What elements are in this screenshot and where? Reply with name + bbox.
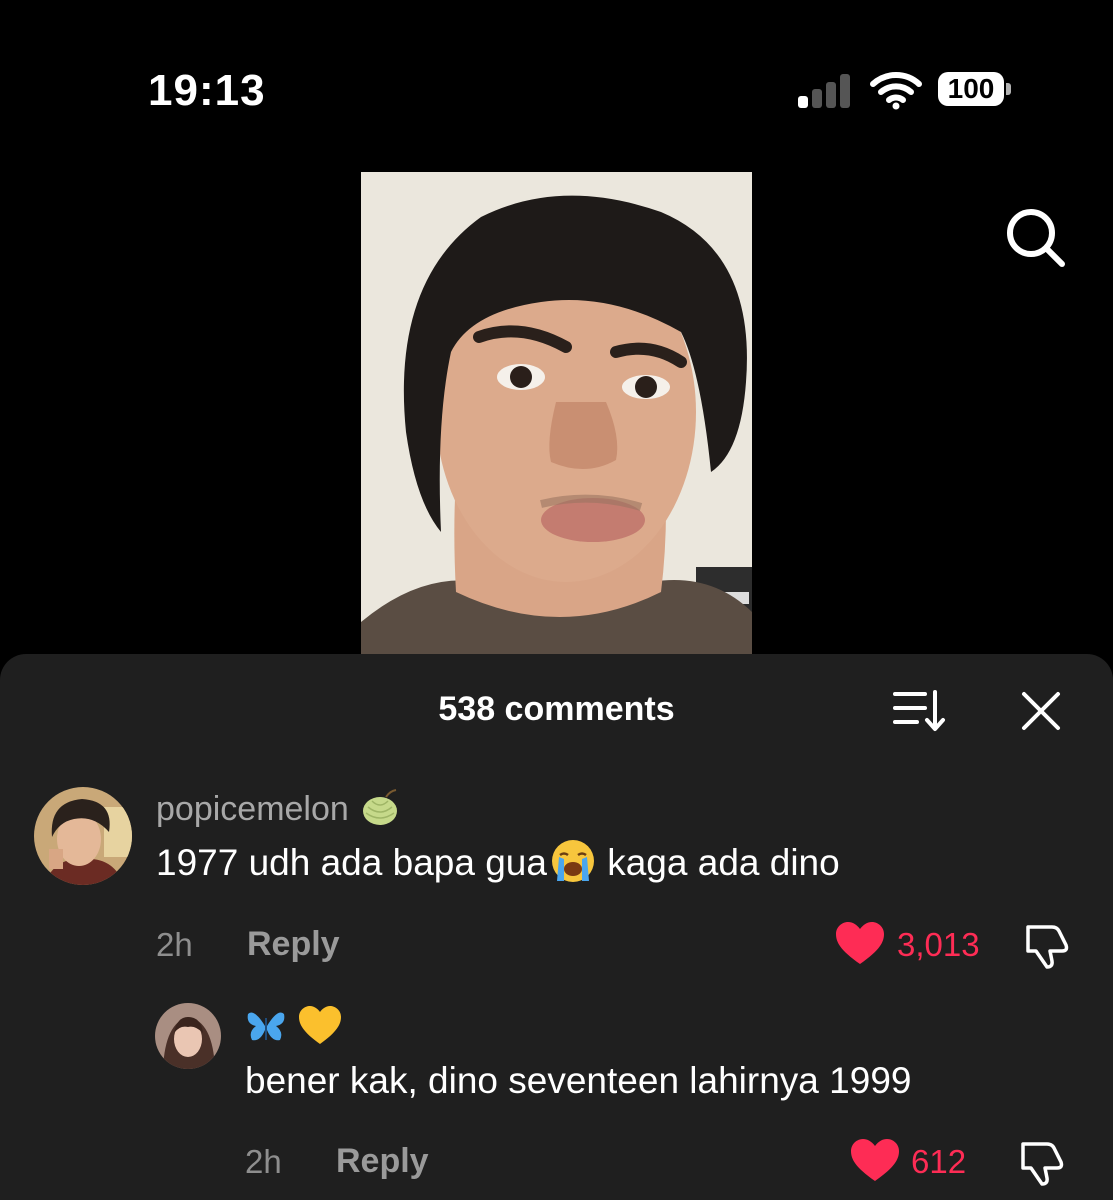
comment-username[interactable] <box>246 1005 342 1046</box>
video-preview[interactable] <box>361 172 752 654</box>
comment-username[interactable]: popicemelon <box>156 789 400 829</box>
comment-time: 2h <box>245 1143 282 1180</box>
comment-text: bener kak, dino seventeen lahirnya 1999 <box>245 1060 912 1101</box>
battery-cap <box>1006 83 1011 95</box>
avatar[interactable] <box>34 787 132 885</box>
close-icon[interactable] <box>1020 690 1062 732</box>
status-bar: 19:13 100 <box>0 0 1113 170</box>
avatar[interactable] <box>155 1003 221 1069</box>
search-icon[interactable] <box>1002 204 1068 270</box>
like-count: 3,013 <box>897 926 980 963</box>
reply-button[interactable]: Reply <box>336 1142 429 1181</box>
dislike-icon[interactable] <box>1022 921 1070 969</box>
comment-text-part: 1977 udh ada bapa gua <box>156 842 547 883</box>
heart-icon[interactable] <box>836 922 884 966</box>
reply-button[interactable]: Reply <box>247 925 340 964</box>
dislike-icon[interactable] <box>1017 1138 1065 1186</box>
comment-text-part: kaga ada dino <box>596 842 840 883</box>
comment-text: 1977 udh ada bapa gua kaga ada dino <box>156 840 840 885</box>
butterfly-emoji-icon <box>247 1012 285 1041</box>
battery-indicator: 100 <box>938 72 1011 108</box>
username-text: popicemelon <box>156 790 349 828</box>
comment-time: 2h <box>156 926 193 963</box>
heart-icon[interactable] <box>851 1139 899 1183</box>
sort-icon[interactable] <box>893 688 947 732</box>
crying-face-emoji-icon <box>551 840 594 883</box>
cellular-signal-icon <box>798 72 852 108</box>
yellow-heart-emoji-icon <box>299 1006 342 1045</box>
wifi-icon <box>870 72 922 110</box>
status-time: 19:13 <box>148 66 266 115</box>
battery-level: 100 <box>938 72 1004 106</box>
melon-emoji-icon <box>363 789 398 826</box>
like-count: 612 <box>911 1143 967 1180</box>
